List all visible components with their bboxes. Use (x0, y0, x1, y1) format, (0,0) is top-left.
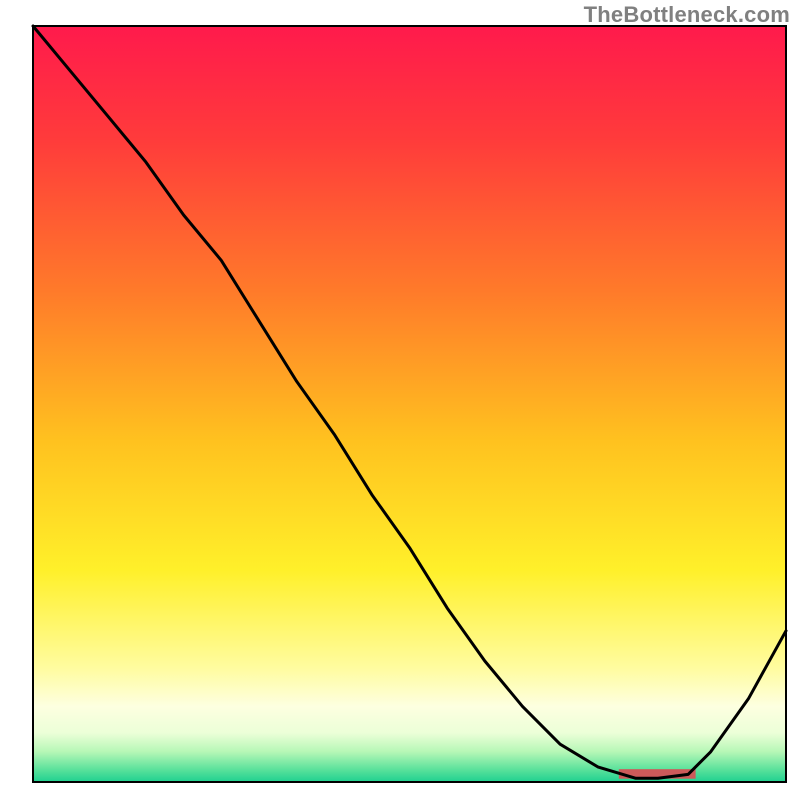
chart-container: { "watermark": "TheBottleneck.com", "col… (0, 0, 800, 800)
chart-background (33, 26, 786, 782)
bottleneck-chart (0, 0, 800, 800)
